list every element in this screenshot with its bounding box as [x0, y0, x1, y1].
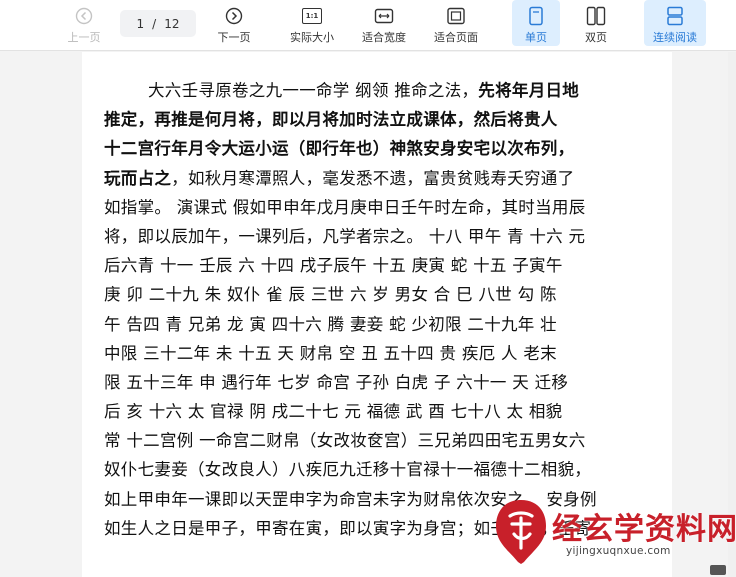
text-line: 奴仆七妻妾（女改良人）八疾厄九迁移十官禄十一福德十二相貌， — [104, 455, 659, 484]
double-page-button[interactable]: 双页 — [572, 0, 620, 50]
text-segment: 先将年月日地 — [478, 81, 580, 100]
actual-size-button[interactable]: 1:1 实际大小 — [284, 0, 340, 50]
continuous-read-icon — [666, 5, 684, 27]
single-page-button[interactable]: 单页 — [512, 0, 560, 46]
double-page-label: 双页 — [585, 31, 607, 44]
text-line: 大六壬寻原卷之九一一命学 纲领 推命之法，先将年月日地 — [104, 76, 659, 105]
next-arrow-icon — [225, 5, 243, 27]
fit-page-label: 适合页面 — [434, 31, 478, 44]
text-line: 将，即以辰加午，一课列后，凡学者宗之。 十八 甲午 青 十六 元 — [104, 222, 659, 251]
corner-status-icon — [710, 565, 726, 575]
text-segment: 奴仆七妻妾（女改良人）八疾厄九迁移十官禄十一福德十二相貌， — [104, 460, 592, 480]
text-segment: 限 五十三年 申 遇行年 七岁 命宫 子孙 白虎 子 六十一 天 迁移 — [104, 372, 569, 392]
total-pages: 12 — [164, 16, 180, 31]
text-segment: 庚 卯 二十九 朱 奴仆 雀 辰 三世 六 岁 男女 合 巳 八世 勾 陈 — [104, 285, 557, 305]
text-line: 中限 三十二年 未 十五 天 财帛 空 丑 五十四 贵 疾厄 人 老末 — [104, 339, 659, 368]
text-segment: ，如秋月寒潭照人，毫发悉不遗，富贵贫贱寿夭穷通了 — [171, 168, 575, 188]
text-segment: 玩而占之 — [104, 168, 172, 188]
text-line: 限 五十三年 申 遇行年 七岁 命宫 子孙 白虎 子 六十一 天 迁移 — [104, 368, 659, 397]
page-separator: / — [152, 16, 157, 31]
single-page-label: 单页 — [525, 31, 547, 44]
text-line: 玩而占之，如秋月寒潭照人，毫发悉不遗，富贵贫贱寿夭穷通了 — [104, 164, 659, 193]
text-segment: 常 十二宫例 一命宫二财帛（女改妆奁宫）三兄弟四田宅五男女六 — [104, 431, 586, 451]
text-line: 庚 卯 二十九 朱 奴仆 雀 辰 三世 六 岁 男女 合 巳 八世 勾 陈 — [104, 280, 659, 309]
prev-page-button[interactable]: 上一页 — [60, 0, 108, 50]
fit-width-icon — [374, 5, 394, 27]
fit-page-button[interactable]: 适合页面 — [428, 0, 484, 50]
text-segment: 后六青 十一 壬辰 六 十四 戌子辰午 十五 庚寅 蛇 十五 子寅午 — [104, 256, 563, 276]
text-line: 如指掌。 演课式 假如甲申年戊月庚申日壬午时左命，其时当用辰 — [104, 193, 659, 222]
fit-width-label: 适合宽度 — [362, 31, 406, 44]
actual-size-icon: 1:1 — [302, 5, 322, 27]
prev-page-label: 上一页 — [67, 31, 101, 44]
text-segment: 大六壬寻原卷之九一一命学 纲领 推命之法， — [148, 81, 479, 100]
text-segment: 十二宫行年月令大运小运（即行年也）神煞安身安宅以次布列， — [104, 139, 575, 159]
current-page: 1 — [136, 16, 145, 31]
text-segment: 中限 三十二年 未 十五 天 财帛 空 丑 五十四 贵 疾厄 人 老末 — [104, 343, 557, 363]
fit-width-button[interactable]: 适合宽度 — [356, 0, 412, 50]
text-line: 后 亥 十六 太 官禄 阴 戌二十七 元 福德 武 酉 七十八 太 相貌 — [104, 397, 659, 426]
text-segment: 推定，再推是何月将，即以月将加时法立成课体，然后将贵人 — [104, 110, 558, 130]
text-line: 推定，再推是何月将，即以月将加时法立成课体，然后将贵人 — [104, 105, 659, 134]
text-segment: 后 亥 十六 太 官禄 阴 戌二十七 元 福德 武 酉 七十八 太 相貌 — [104, 402, 563, 422]
text-line: 午 告四 青 兄弟 龙 寅 四十六 腾 妻妾 蛇 少初限 二十九年 壮 — [104, 310, 659, 339]
next-page-label: 下一页 — [217, 31, 251, 44]
single-page-icon — [528, 5, 544, 27]
text-line: 后六青 十一 壬辰 六 十四 戌子辰午 十五 庚寅 蛇 十五 子寅午 — [104, 251, 659, 280]
fit-page-icon — [446, 5, 466, 27]
double-page-icon — [586, 5, 606, 27]
text-segment: 如指掌。 演课式 假如甲申年戊月庚申日壬午时左命，其时当用辰 — [104, 197, 586, 217]
watermark-logo-icon — [494, 498, 548, 564]
continuous-read-button[interactable]: 连续阅读 — [644, 0, 706, 46]
watermark-title: 经玄学资料网 — [552, 512, 736, 547]
continuous-read-label: 连续阅读 — [653, 31, 697, 44]
watermark-url: yijingxuqnxue.com — [566, 545, 671, 557]
prev-arrow-icon — [75, 5, 93, 27]
text-line: 常 十二宫例 一命宫二财帛（女改妆奁宫）三兄弟四田宅五男女六 — [104, 426, 659, 455]
viewer-toolbar: 上一页 1 / 12 下一页 1:1 实际大小 适合宽度 适合页面 单页 双页 … — [0, 0, 736, 51]
site-watermark: 经玄学资料网 yijingxuqnxue.com — [490, 498, 736, 577]
text-line: 十二宫行年月令大运小运（即行年也）神煞安身安宅以次布列， — [104, 134, 659, 163]
next-page-button[interactable]: 下一页 — [210, 0, 258, 50]
text-segment: 将，即以辰加午，一课列后，凡学者宗之。 十八 甲午 青 十六 元 — [104, 226, 586, 246]
actual-size-label: 实际大小 — [290, 31, 334, 44]
document-text: 大六壬寻原卷之九一一命学 纲领 推命之法，先将年月日地推定，再推是何月将，即以月… — [104, 76, 659, 543]
page-number-field[interactable]: 1 / 12 — [120, 10, 196, 37]
text-segment: 午 告四 青 兄弟 龙 寅 四十六 腾 妻妾 蛇 少初限 二十九年 壮 — [104, 314, 557, 334]
